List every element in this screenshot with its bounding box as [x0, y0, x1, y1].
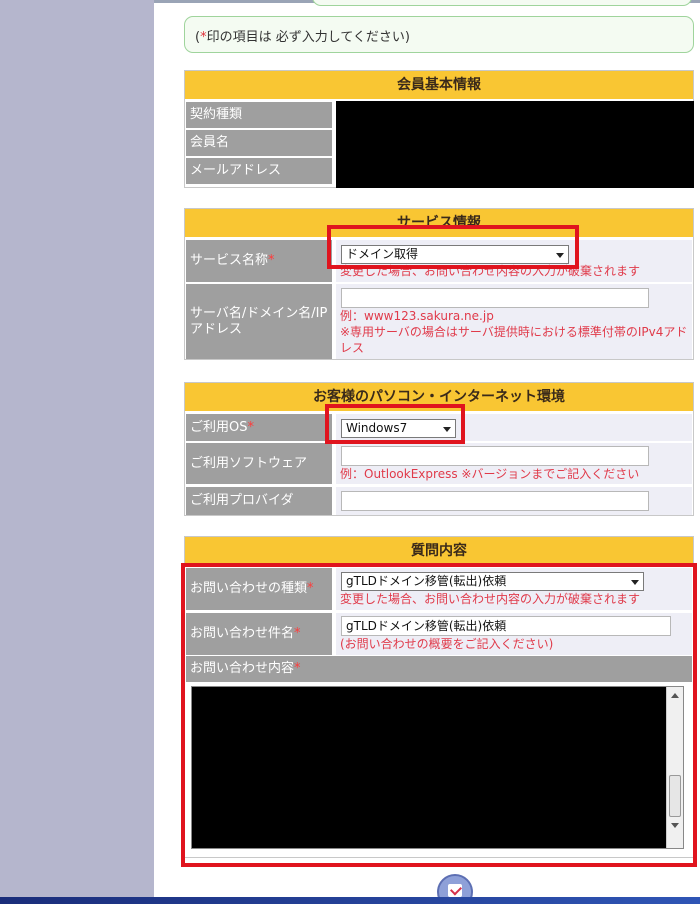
notice-text: 印の項目は 必ず入力してください)	[206, 30, 411, 45]
email-label: メールアドレス	[186, 158, 334, 184]
member-name-label: 会員名	[186, 130, 334, 156]
service-name-label: サービス名称 *	[186, 240, 334, 282]
software-hint: 例：OutlookExpress ※バージョンまでご記入ください	[340, 467, 640, 481]
provider-input[interactable]	[341, 491, 649, 511]
member-section: 会員基本情報 契約種類 会員名 メールアドレス	[184, 70, 694, 188]
provider-row: ご利用プロバイダ	[185, 486, 693, 516]
software-row: ご利用ソフトウェア 例：OutlookExpress ※バージョンまでご記入くだ…	[185, 442, 693, 485]
required-star: *	[268, 253, 275, 268]
os-label-text: ご利用OS	[190, 419, 248, 435]
contract-type-label: 契約種類	[186, 102, 334, 128]
server-input[interactable]	[341, 288, 649, 308]
required-star: *	[247, 419, 255, 435]
highlight-service-name	[327, 225, 579, 269]
member-info-redacted	[336, 101, 694, 188]
server-label: サーバ名/ドメイン名/IPアドレス	[186, 284, 334, 359]
server-cell: 例：www123.sakura.ne.jp ※専用サーバの場合はサーバ提供時にお…	[336, 284, 692, 359]
environment-section: お客様のパソコン・インターネット環境 ご利用OS * Windows7 ご利用ソフ…	[184, 382, 694, 516]
provider-cell	[336, 487, 692, 515]
inquiry-heading: 質問内容	[185, 537, 693, 566]
bottom-bar	[0, 897, 700, 904]
server-example: 例：www123.sakura.ne.jp	[340, 309, 494, 323]
highlight-os	[325, 404, 465, 444]
software-input[interactable]	[341, 446, 649, 466]
server-row: サーバ名/ドメイン名/IPアドレス 例：www123.sakura.ne.jp …	[185, 284, 693, 360]
previous-box-edge	[312, 0, 692, 6]
software-label: ご利用ソフトウェア	[186, 443, 334, 484]
member-heading: 会員基本情報	[185, 71, 693, 100]
confirm-icon	[448, 884, 462, 897]
highlight-inquiry	[181, 563, 697, 867]
required-notice: (*印の項目は 必ず入力してください)	[184, 16, 694, 53]
service-name-label-text: サービス名称	[190, 253, 269, 268]
os-label: ご利用OS *	[186, 414, 334, 441]
server-note: ※専用サーバの場合はサーバ提供時における標準付帯のIPv4アドレス	[340, 325, 688, 355]
left-sidebar	[0, 0, 154, 904]
provider-label: ご利用プロバイダ	[186, 487, 334, 515]
software-cell: 例：OutlookExpress ※バージョンまでご記入ください	[336, 443, 692, 484]
